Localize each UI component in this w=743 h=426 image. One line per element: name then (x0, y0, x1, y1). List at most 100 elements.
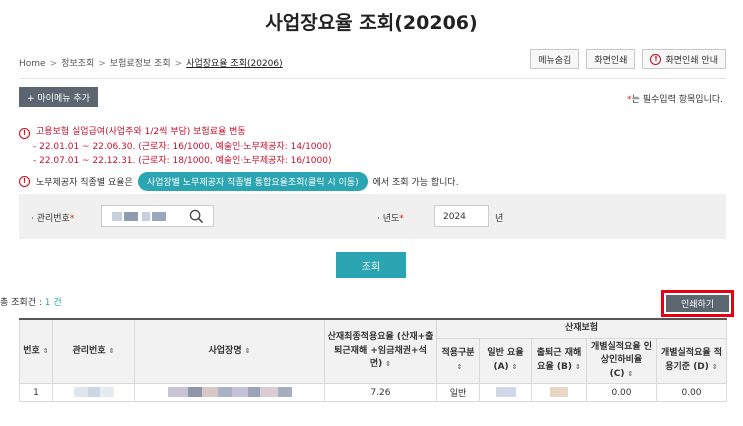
print-screen-label: 화면인쇄 (594, 55, 628, 66)
sort-icon[interactable]: ⇕ (457, 363, 463, 371)
sort-icon[interactable]: ⇕ (385, 360, 391, 368)
notice-period-2: - 22.07.01 ~ 22.12.31. (근로자: 18/1000, 예술… (33, 156, 332, 166)
breadcrumb-separator: > (49, 59, 58, 69)
sort-icon[interactable]: ⇕ (512, 363, 518, 371)
year-unit: 년 (495, 214, 504, 224)
sort-icon[interactable]: ⇕ (43, 347, 49, 355)
print-guide-button[interactable]: ! 화면인쇄 안내 (642, 49, 726, 69)
notice-line4-prefix: 노무제공자 직종별 요율은 (36, 178, 133, 188)
required-star: * (399, 214, 404, 224)
header-biz-name[interactable]: 사업장명 ⇕ (134, 318, 325, 384)
alert-circle-icon: ! (650, 53, 662, 65)
hide-menu-button[interactable]: 메뉴숨김 (530, 49, 580, 69)
header-general-rate[interactable]: 일반 요율 (A) ⇕ (479, 337, 532, 384)
header-apply-type-label: 적용구분 (441, 348, 475, 359)
print-button-highlight: 인쇄하기 (661, 290, 734, 317)
sort-icon[interactable]: ⇕ (712, 363, 718, 371)
header-perf-basis[interactable]: 개별실적요율 적용기준 (D) ⇕ (656, 337, 727, 384)
total-count: 총 조회건 : 1 건 (0, 295, 62, 308)
print-guide-label: 화면인쇄 안내 (665, 55, 718, 66)
breadcrumb-info[interactable]: 정보조회 (61, 59, 94, 69)
table-row[interactable]: 1 7.26 일반 0.00 0.00 (19, 383, 727, 402)
masked-value (152, 212, 166, 221)
cell-final-rate: 7.26 (324, 383, 437, 402)
breadcrumb-current[interactable]: 사업장요율 조회(20206) (186, 59, 282, 69)
masked-value (217, 387, 232, 398)
mgmt-number-label: · 관리번호* (31, 211, 74, 224)
header-mgmt-no-label: 관리번호 (72, 345, 106, 356)
total-count-value: 1 건 (44, 298, 62, 308)
add-my-menu-label: + 마이메뉴 추가 (27, 93, 90, 104)
cell-mgmt-no (52, 383, 135, 402)
masked-value (231, 387, 248, 398)
breadcrumb-premium[interactable]: 보험료정보 조회 (110, 59, 171, 69)
notice-labor-provider: ! 노무제공자 직종별 요율은 사업장별 노무제공자 직종별 통합요율조회(클릭… (19, 172, 459, 191)
top-button-group: 메뉴숨김 화면인쇄 ! 화면인쇄 안내 (530, 49, 726, 69)
notice-line4-suffix: 에서 조회 가능 합니다. (372, 178, 459, 188)
print-button[interactable]: 인쇄하기 (666, 295, 729, 312)
header-mgmt-no[interactable]: 관리번호 ⇕ (52, 318, 135, 384)
masked-value (201, 387, 218, 398)
notice-employment-insurance: ! 고용보험 실업급여(사업주와 1/2씩 부담) 보험료율 변동 (19, 124, 246, 139)
masked-value (277, 387, 292, 398)
alert-circle-icon: ! (19, 176, 30, 187)
sort-icon[interactable]: ⇕ (245, 347, 251, 355)
page-title: 사업장요율 조회(20206) (265, 12, 478, 34)
header-commute-rate[interactable]: 출퇴근 재해요율 (B) ⇕ (531, 337, 587, 384)
masked-value (142, 212, 150, 221)
masked-value (112, 212, 122, 221)
sort-icon[interactable]: ⇕ (575, 363, 581, 371)
year-label-text: · 년도 (377, 214, 400, 224)
header-final-rate-label: 산재최종적용요율 (산재+출퇴근재해 +임금채권+석면) (327, 332, 434, 370)
header-apply-type[interactable]: 적용구분 ⇕ (436, 337, 480, 384)
breadcrumb-home[interactable]: Home (19, 59, 46, 69)
required-note: *는 필수입력 항목입니다. (627, 92, 723, 105)
notice-line1: 고용보험 실업급여(사업주와 1/2씩 부담) 보험료율 변동 (36, 127, 246, 137)
header-no[interactable]: 번호 ⇕ (19, 318, 53, 384)
cell-commute-rate (531, 383, 587, 402)
breadcrumb: Home > 정보조회 > 보험료정보 조회 > 사업장요율 조회(20206) (19, 56, 283, 69)
header-group-industrial: 산재보험 (436, 318, 727, 339)
header-perf-discount-label: 개별실적요율 인상인하비율 (C) (590, 341, 653, 379)
header-biz-name-label: 사업장명 (208, 345, 242, 356)
integrated-rate-link[interactable]: 사업장별 노무제공자 직종별 통합요율조회(클릭 시 이동) (137, 172, 368, 191)
masked-value (87, 387, 100, 398)
query-button[interactable]: 조회 (336, 252, 406, 278)
masked-value (259, 387, 278, 398)
masked-value (124, 212, 138, 221)
alert-circle-icon: ! (19, 128, 30, 139)
header-final-rate[interactable]: 산재최종적용요율 (산재+출퇴근재해 +임금채권+석면) ⇕ (324, 318, 437, 384)
sort-icon[interactable]: ⇕ (109, 347, 115, 355)
masked-value (247, 387, 260, 398)
required-star: * (69, 214, 75, 224)
rate-table: 번호 ⇕ 관리번호 ⇕ 사업장명 ⇕ 산재최종적용요율 (산재+출퇴근재해 +임금채권… (19, 318, 727, 402)
notice-period-1: - 22.01.01 ~ 22.06.30. (근로자: 16/1000, 예술… (33, 142, 332, 152)
add-my-menu-button[interactable]: + 마이메뉴 추가 (19, 87, 98, 107)
masked-value (187, 387, 202, 398)
cell-general-rate (479, 383, 532, 402)
mgmt-number-label-text: · 관리번호 (31, 214, 70, 224)
header-general-rate-label: 일반 요율 (A) (487, 348, 524, 372)
search-panel: · 관리번호* · 년도* 2024 년 (19, 194, 726, 239)
breadcrumb-separator: > (174, 59, 183, 69)
total-count-label: 총 조회건 : (0, 298, 45, 308)
masked-value (167, 387, 188, 398)
masked-value (99, 387, 114, 398)
divider (19, 78, 726, 79)
required-note-text: 는 필수입력 항목입니다. (631, 95, 723, 105)
hide-menu-label: 메뉴숨김 (538, 55, 572, 66)
year-label: · 년도* (377, 211, 404, 224)
header-perf-discount[interactable]: 개별실적요율 인상인하비율 (C) ⇕ (586, 337, 657, 384)
year-input[interactable]: 2024 (434, 205, 489, 227)
print-screen-button[interactable]: 화면인쇄 (586, 49, 636, 69)
search-icon[interactable] (189, 209, 204, 224)
breadcrumb-separator: > (98, 59, 106, 69)
header-no-label: 번호 (23, 345, 40, 356)
cell-biz-name (134, 383, 325, 402)
sort-icon[interactable]: ⇕ (627, 370, 633, 378)
cell-perf-discount: 0.00 (586, 383, 657, 402)
mgmt-number-input[interactable] (101, 205, 214, 227)
cell-no: 1 (19, 383, 53, 402)
masked-value (550, 387, 568, 398)
cell-apply-type: 일반 (436, 383, 480, 402)
